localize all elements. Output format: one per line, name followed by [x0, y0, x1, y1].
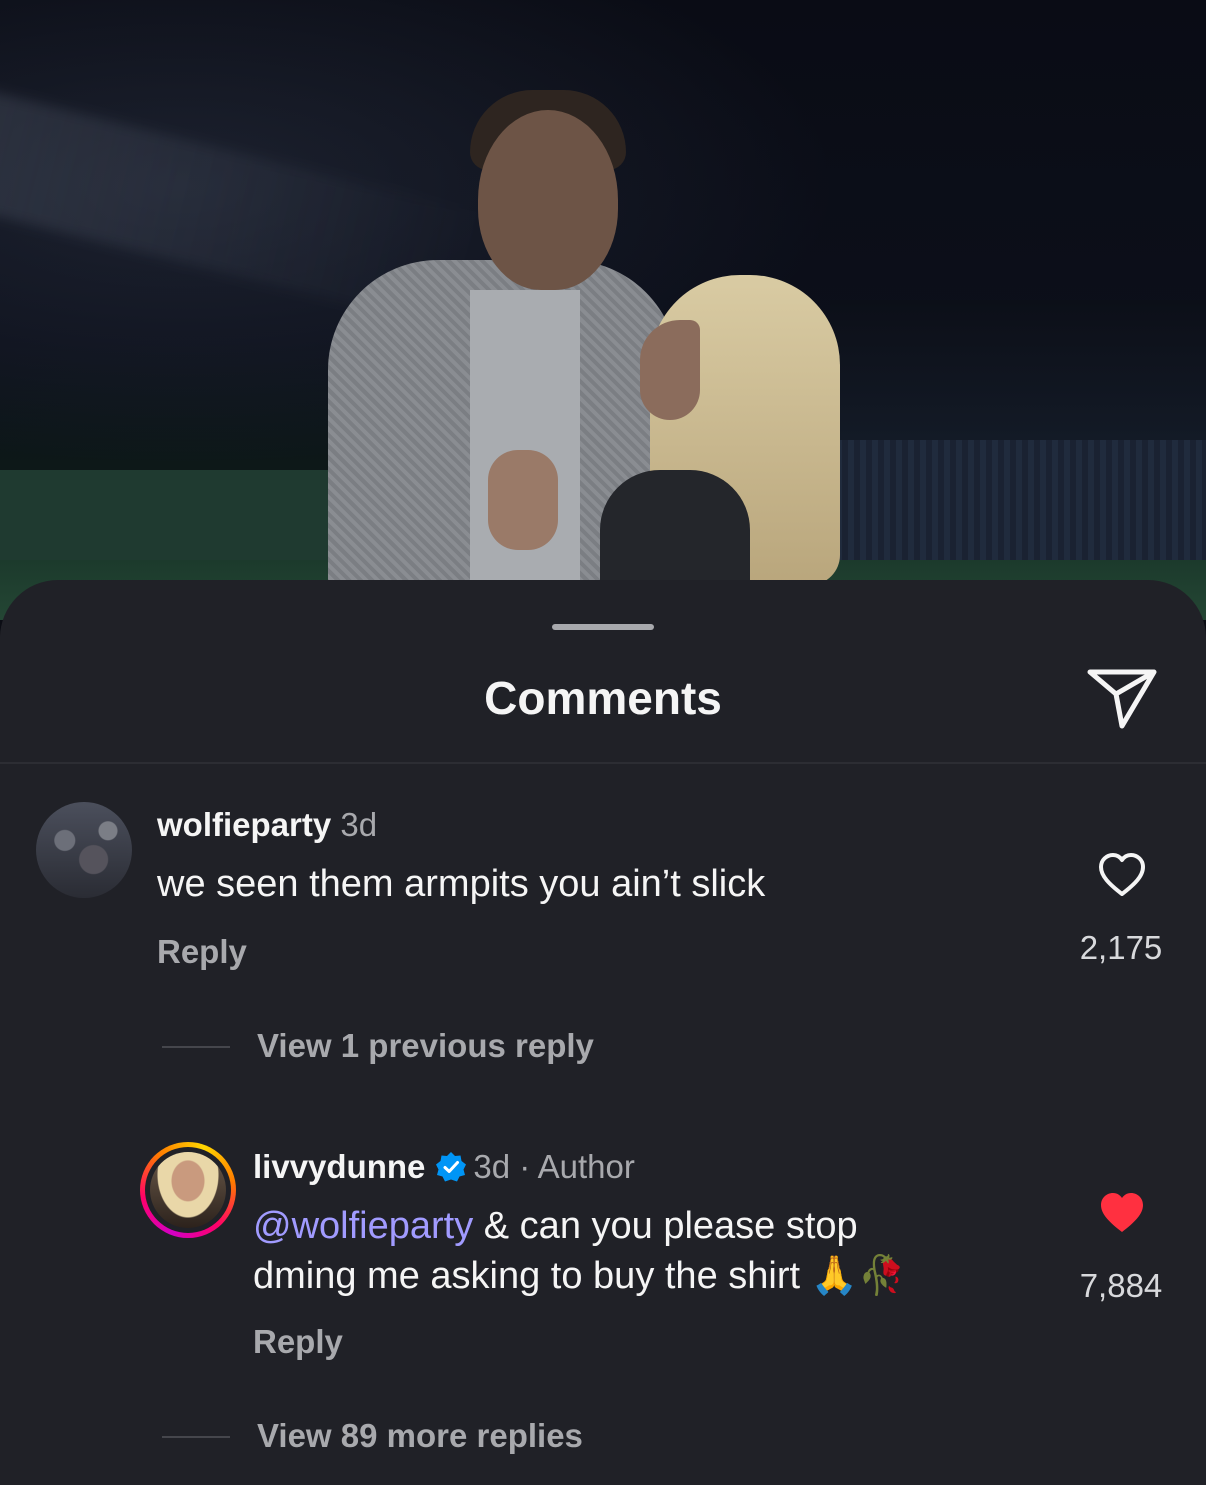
man-head: [478, 110, 618, 290]
comment-meta: livvydunne 3d · Author: [253, 1147, 635, 1187]
sheet-drag-handle[interactable]: [552, 624, 654, 630]
reply-button[interactable]: Reply: [253, 1322, 343, 1362]
woman-face: [640, 320, 700, 420]
comment-text-line-1: @wolfieparty & can you please stop: [253, 1201, 858, 1251]
stadium-seats: [830, 440, 1206, 580]
comment-text: dming me asking to buy the shirt: [253, 1255, 801, 1297]
avatar: [150, 1152, 226, 1228]
avatar-story-ring[interactable]: [140, 1142, 236, 1238]
meta-separator: ·: [519, 1148, 531, 1185]
city-skyline: [830, 300, 1206, 440]
woman-top: [600, 470, 750, 590]
heart-icon[interactable]: [1097, 1190, 1147, 1236]
header-divider: [0, 762, 1206, 764]
avatar[interactable]: [36, 802, 132, 898]
reply-button[interactable]: Reply: [157, 932, 247, 972]
paper-plane-icon[interactable]: [1086, 666, 1158, 732]
author-badge: Author: [537, 1148, 635, 1185]
view-more-replies-button[interactable]: View 89 more replies: [257, 1416, 583, 1456]
hand: [488, 450, 558, 550]
comment-username[interactable]: livvydunne: [253, 1148, 425, 1185]
post-photo-background: [0, 0, 1206, 620]
comment-time: 3d: [340, 806, 378, 843]
comment-text-line-2: dming me asking to buy the shirt 🙏🥀: [253, 1250, 905, 1301]
comment-text: we seen them armpits you ain’t slick: [157, 863, 766, 905]
like-count: 7,884: [1079, 1267, 1163, 1304]
comment-emojis: 🙏🥀: [810, 1253, 906, 1297]
mention-link[interactable]: @wolfieparty: [253, 1205, 473, 1247]
comments-sheet: Comments wolfieparty 3d we seen them arm…: [0, 580, 1206, 1485]
verified-badge-icon: [436, 1152, 467, 1182]
thread-line: [162, 1046, 230, 1048]
comment-meta: wolfieparty 3d: [157, 805, 377, 845]
thread-line: [162, 1436, 230, 1438]
comment-time: 3d: [473, 1148, 511, 1185]
view-previous-replies-button[interactable]: View 1 previous reply: [257, 1026, 594, 1066]
heart-icon[interactable]: [1097, 852, 1147, 898]
comment-username[interactable]: wolfieparty: [157, 806, 331, 843]
sheet-title: Comments: [484, 672, 722, 724]
comment-text: & can you please stop: [473, 1205, 858, 1247]
like-count: 2,175: [1079, 929, 1163, 966]
